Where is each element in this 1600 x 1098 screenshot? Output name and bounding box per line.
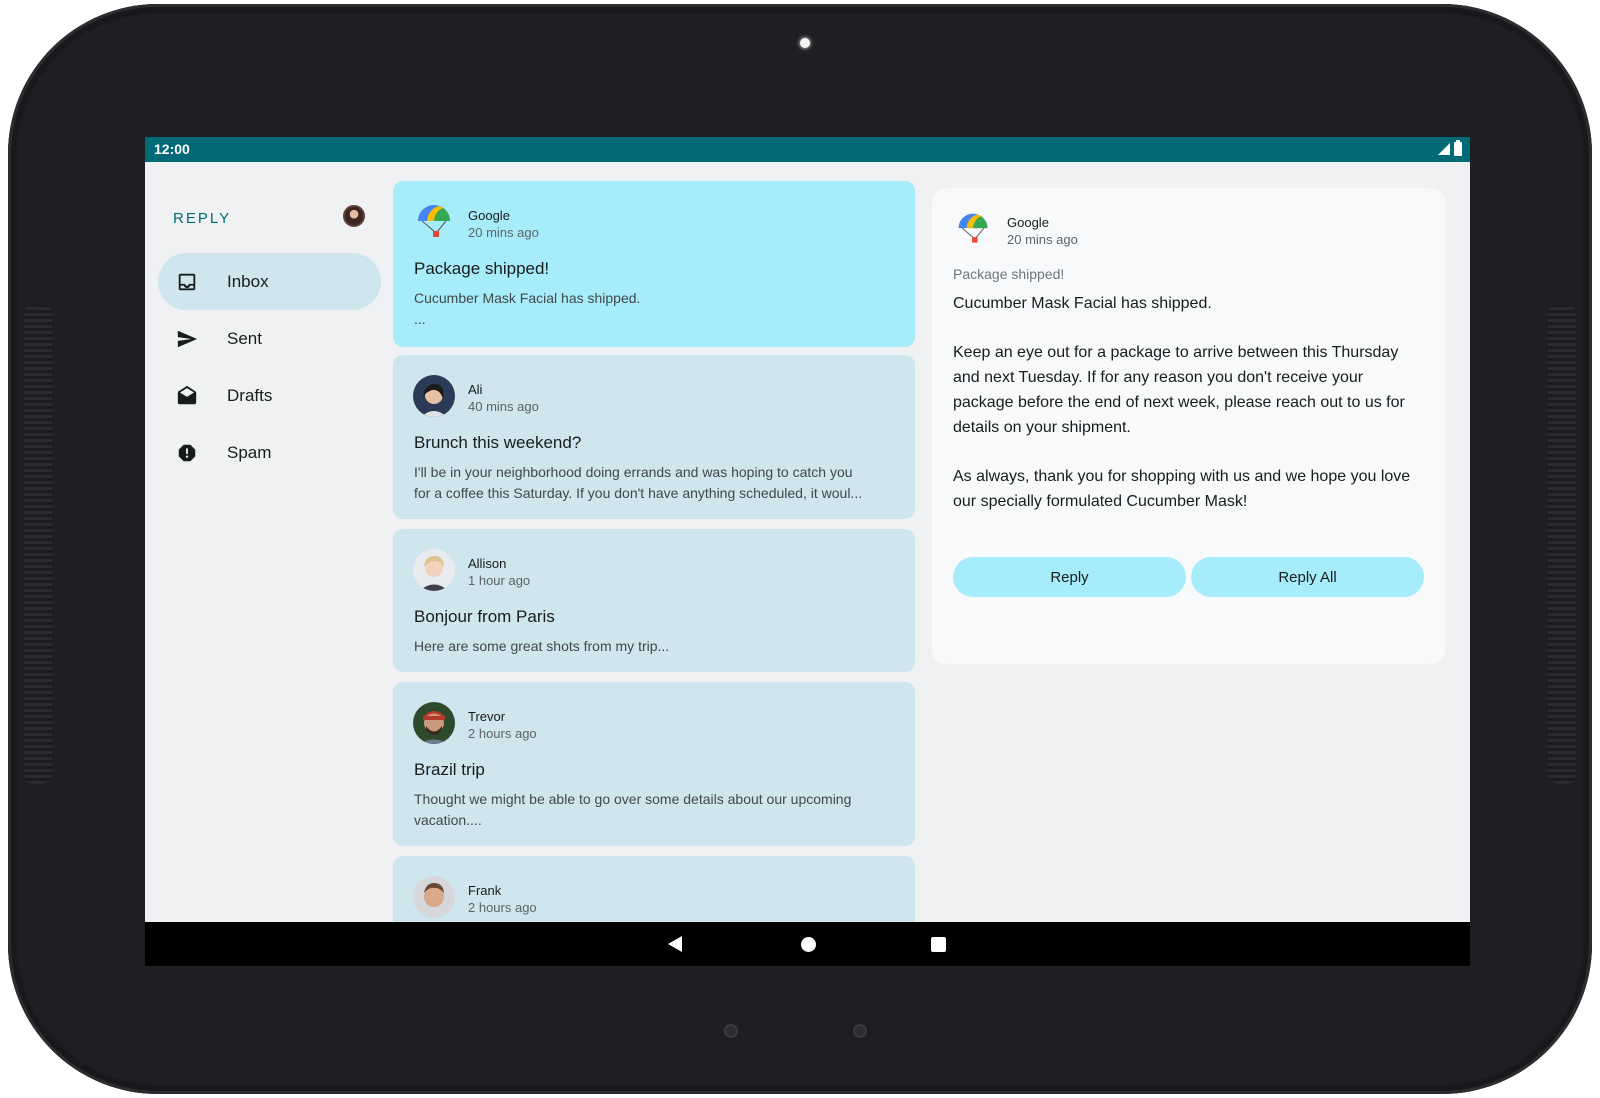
- email-sender: Allison: [468, 556, 507, 571]
- email-subject: Brazil trip: [414, 760, 485, 779]
- speaker-grill-right: [1548, 304, 1576, 784]
- email-list: Google 20 mins ago Package shipped! Cucu…: [393, 162, 915, 922]
- nav-item-label: Spam: [227, 442, 272, 462]
- drafts-icon: [177, 385, 197, 405]
- battery-icon: [1454, 140, 1462, 156]
- nav-item-label: Sent: [227, 328, 262, 348]
- email-sender: Ali: [468, 382, 483, 397]
- nav-item-inbox[interactable]: Inbox: [158, 253, 381, 310]
- speaker-grill-left: [24, 304, 52, 784]
- email-preview-line: Here are some great shots from my trip..…: [414, 638, 670, 654]
- status-bar: 12:00: [145, 137, 1470, 162]
- app-title: REPLY: [173, 210, 232, 227]
- email-preview-line: Cucumber Mask Facial has shipped.: [414, 290, 641, 306]
- email-subject: Package shipped!: [414, 259, 550, 278]
- detail-subject: Package shipped!: [953, 266, 1065, 282]
- email-preview-line: for a coffee this Saturday. If you don't…: [414, 485, 863, 501]
- trevor-avatar: [413, 702, 455, 744]
- email-subject: Brunch this weekend?: [414, 433, 582, 452]
- email-preview: I'll be in your neighborhood doing erran…: [414, 462, 894, 504]
- tablet-frame: 12:00 REPLY Inbox Sent Drafts Spam Googl…: [8, 4, 1592, 1094]
- nav-item-drafts[interactable]: Drafts: [158, 367, 381, 424]
- email-time: 1 hour ago: [468, 573, 531, 588]
- signal-icon: [1438, 143, 1450, 155]
- report-icon: [178, 444, 196, 462]
- screen: 12:00 REPLY Inbox Sent Drafts Spam Googl…: [145, 137, 1470, 966]
- email-card[interactable]: Allison 1 hour ago Bonjour from Paris He…: [393, 529, 915, 672]
- email-detail-pane: Google 20 mins ago Package shipped! Cucu…: [932, 188, 1445, 664]
- email-card[interactable]: Frank 2 hours ago: [393, 856, 915, 922]
- email-card[interactable]: Google 20 mins ago Package shipped! Cucu…: [393, 181, 915, 347]
- google-logo-icon: [418, 205, 450, 237]
- nav-item-label: Inbox: [227, 271, 269, 291]
- email-preview-line: I'll be in your neighborhood doing erran…: [414, 464, 853, 480]
- email-time: 20 mins ago: [468, 225, 539, 240]
- email-sender: Google: [468, 208, 510, 223]
- email-preview-line: vacation....: [414, 812, 482, 828]
- email-preview: Here are some great shots from my trip..…: [414, 636, 894, 657]
- email-sender: Frank: [468, 883, 502, 898]
- back-icon[interactable]: [668, 936, 682, 952]
- email-preview-line: Thought we might be able to go over some…: [414, 791, 852, 807]
- profile-avatar[interactable]: [343, 205, 365, 227]
- detail-body: Cucumber Mask Facial has shipped. Keep a…: [953, 295, 1411, 510]
- nav-item-spam[interactable]: Spam: [158, 424, 381, 481]
- google-logo-icon: [958, 213, 988, 243]
- frank-avatar: [413, 876, 455, 918]
- nav-item-label: Drafts: [227, 385, 273, 405]
- email-time: 2 hours ago: [468, 900, 537, 915]
- home-icon[interactable]: [801, 937, 816, 952]
- recents-icon[interactable]: [931, 937, 946, 952]
- inbox-icon: [178, 273, 196, 291]
- sensor-right: [853, 1024, 867, 1038]
- reply-button[interactable]: Reply: [953, 557, 1186, 597]
- email-card[interactable]: Trevor 2 hours ago Brazil trip Thought w…: [393, 682, 915, 846]
- email-preview: Cucumber Mask Facial has shipped. ...: [414, 288, 894, 330]
- send-icon: [177, 330, 198, 348]
- status-time: 12:00: [154, 141, 190, 157]
- email-sender: Trevor: [468, 709, 506, 724]
- email-time: 2 hours ago: [468, 726, 537, 741]
- sensor-left: [724, 1024, 738, 1038]
- nav-item-sent[interactable]: Sent: [158, 310, 381, 367]
- email-card[interactable]: Ali 40 mins ago Brunch this weekend? I'l…: [393, 355, 915, 519]
- email-preview: Thought we might be able to go over some…: [414, 789, 894, 831]
- ali-avatar: [413, 375, 455, 417]
- front-camera: [800, 38, 810, 48]
- navigation-rail: REPLY Inbox Sent Drafts Spam: [145, 162, 385, 922]
- reply-all-button[interactable]: Reply All: [1191, 557, 1424, 597]
- email-preview-line: ...: [414, 311, 426, 327]
- detail-sender: Google: [1007, 215, 1049, 230]
- email-time: 40 mins ago: [468, 399, 539, 414]
- allison-avatar: [413, 549, 455, 591]
- system-navigation-bar: [145, 922, 1470, 966]
- email-subject: Bonjour from Paris: [414, 607, 555, 626]
- detail-time: 20 mins ago: [1007, 232, 1078, 247]
